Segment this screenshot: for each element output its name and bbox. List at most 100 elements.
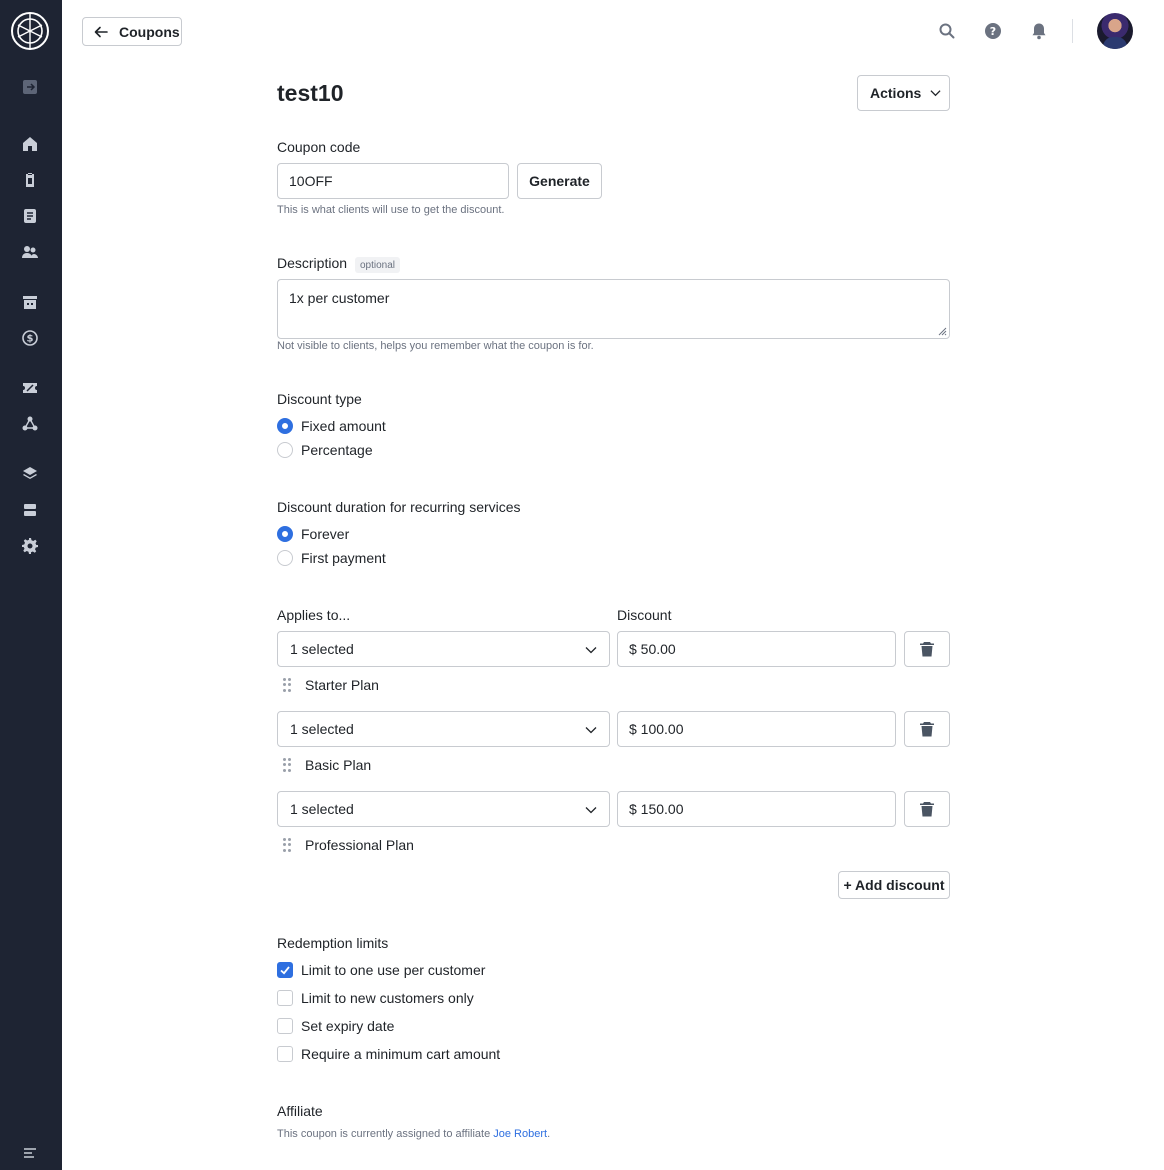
radio-fixed-amount[interactable]: Fixed amount [277,418,386,434]
description-value: 1x per customer [289,290,390,306]
svg-text:?: ? [990,25,996,38]
select-value: 1 selected [290,641,354,657]
chevron-down-icon [930,90,941,97]
radio-dot[interactable] [277,550,293,566]
chevron-down-icon [585,727,597,734]
trash-icon [920,722,934,737]
plan-name: Starter Plan [305,677,379,693]
checkbox-label: Require a minimum cart amount [301,1046,501,1062]
chevron-down-icon [585,647,597,654]
layers-icon[interactable] [21,465,39,483]
trash-icon [920,642,934,657]
coupon-code-label: Coupon code [277,139,361,155]
radio-dot[interactable] [277,442,293,458]
radio-label: First payment [301,550,386,566]
radio-label: Fixed amount [301,418,386,434]
building-icon[interactable] [21,293,39,311]
plan-item: Basic Plan [283,757,371,773]
applies-to-select[interactable]: 1 selected [277,711,610,747]
actions-button-label: Actions [870,85,922,101]
checkbox[interactable] [277,1018,293,1034]
checkbox-label: Limit to one use per customer [301,962,486,978]
affiliate-label: Affiliate [277,1103,323,1119]
plan-item: Professional Plan [283,837,414,853]
checkbox[interactable] [277,990,293,1006]
back-button-label: Coupons [119,23,180,40]
plan-item: Starter Plan [283,677,379,693]
radio-dot[interactable] [277,526,293,542]
settings-icon[interactable] [21,537,39,555]
avatar[interactable] [1097,13,1133,49]
radio-first-payment[interactable]: First payment [277,550,386,566]
sidebar: $ [0,0,62,1170]
drag-handle-icon[interactable] [283,758,291,772]
affiliate-help: This coupon is currently assigned to aff… [277,1128,550,1140]
description-label: Description [277,255,348,271]
collapse-icon[interactable] [21,78,39,96]
actions-button[interactable]: Actions [857,75,950,111]
coupon-code-input[interactable]: 10OFF [277,163,509,199]
discount-duration-label: Discount duration for recurring services [277,499,521,515]
add-discount-button[interactable]: + Add discount [838,871,950,899]
select-value: 1 selected [290,721,354,737]
arrow-left-icon [94,26,108,37]
checkbox-set-expiry-date[interactable]: Set expiry date [277,1018,394,1034]
toolbar-divider [1072,19,1073,43]
users-icon[interactable] [21,243,39,261]
optional-badge: optional [355,257,401,273]
network-icon[interactable] [21,415,39,433]
svg-text:$: $ [27,334,34,345]
coupon-code-help: This is what clients will use to get the… [277,204,505,216]
bell-icon[interactable] [1030,22,1048,40]
checkbox-label: Limit to new customers only [301,990,474,1006]
check-icon [280,966,290,975]
radio-forever[interactable]: Forever [277,526,349,542]
logo-icon[interactable] [10,11,50,51]
redemption-limits-label: Redemption limits [277,935,389,951]
dollar-icon[interactable]: $ [21,329,39,347]
checkbox[interactable] [277,1046,293,1062]
drag-handle-icon[interactable] [283,678,291,692]
radio-percentage[interactable]: Percentage [277,442,373,458]
trash-icon [920,802,934,817]
discount-amount-input[interactable]: $ 100.00 [617,711,896,747]
discount-amount-input[interactable]: $ 150.00 [617,791,896,827]
home-icon[interactable] [21,135,39,153]
plan-name: Basic Plan [305,757,372,773]
affiliate-text: This coupon is currently assigned to aff… [277,1128,494,1140]
applies-to-select[interactable]: 1 selected [277,791,610,827]
radio-label: Percentage [301,442,373,458]
delete-discount-button[interactable] [904,631,950,667]
applies-to-select[interactable]: 1 selected [277,631,610,667]
discount-label: Discount [617,607,672,623]
radio-dot[interactable] [277,418,293,434]
discount-type-label: Discount type [277,391,362,407]
help-icon[interactable]: ? [984,22,1002,40]
chevron-down-icon [585,807,597,814]
checkbox-label: Set expiry date [301,1018,395,1034]
affiliate-link[interactable]: Joe Robert [493,1128,547,1140]
affiliate-text-end: . [547,1128,551,1140]
checkbox[interactable] [277,962,293,978]
description-help: Not visible to clients, helps you rememb… [277,340,594,352]
drag-handle-icon[interactable] [283,838,291,852]
delete-discount-button[interactable] [904,791,950,827]
search-icon[interactable] [938,22,956,40]
applies-to-label: Applies to... [277,607,351,623]
resize-handle-icon[interactable] [937,326,947,336]
checkbox-minimum-cart-amount[interactable]: Require a minimum cart amount [277,1046,500,1062]
document-icon[interactable] [21,207,39,225]
menu-icon[interactable] [21,1144,39,1162]
page-title: test10 [277,80,344,106]
clipboard-icon[interactable] [21,171,39,189]
checkbox-one-use-per-customer[interactable]: Limit to one use per customer [277,962,485,978]
discount-amount-input[interactable]: $ 50.00 [617,631,896,667]
back-to-coupons-button[interactable]: Coupons [82,17,182,46]
generate-button[interactable]: Generate [517,163,602,199]
checkbox-new-customers-only[interactable]: Limit to new customers only [277,990,474,1006]
description-textarea[interactable]: 1x per customer [277,279,950,339]
delete-discount-button[interactable] [904,711,950,747]
ticket-icon[interactable] [21,379,39,397]
server-icon[interactable] [21,501,39,519]
plan-name: Professional Plan [305,837,414,853]
